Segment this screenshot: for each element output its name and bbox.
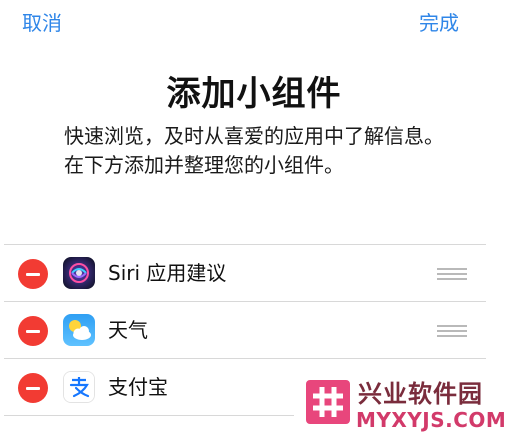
reorder-handle[interactable] [437, 325, 467, 337]
divider [4, 415, 294, 416]
remove-weather-button[interactable] [18, 316, 48, 346]
watermark-url: MYXYJS.COM [356, 408, 507, 432]
reorder-handle[interactable] [437, 268, 467, 280]
cancel-button[interactable]: 取消 [22, 10, 62, 36]
done-button[interactable]: 完成 [419, 10, 459, 36]
widget-row-weather: 天气 [0, 302, 486, 358]
page-title: 添加小组件 [166, 74, 342, 114]
remove-alipay-button[interactable] [18, 373, 48, 403]
widget-label: Siri 应用建议 [108, 261, 227, 285]
hash-logo [306, 380, 350, 424]
watermark-brand: 兴业软件园 [358, 380, 483, 408]
widget-label: 支付宝 [108, 375, 168, 399]
alipay-icon [63, 371, 95, 403]
watermark: 兴业软件园 MYXYJS.COM [300, 374, 508, 440]
weather-icon [63, 314, 95, 346]
page-description: 快速浏览，及时从喜爱的应用中了解信息。在下方添加并整理您的小组件。 [64, 124, 444, 177]
remove-siri-button[interactable] [18, 259, 48, 289]
widget-label: 天气 [108, 318, 148, 342]
widget-row-siri: Siri 应用建议 [0, 245, 486, 301]
siri-icon [63, 257, 95, 289]
